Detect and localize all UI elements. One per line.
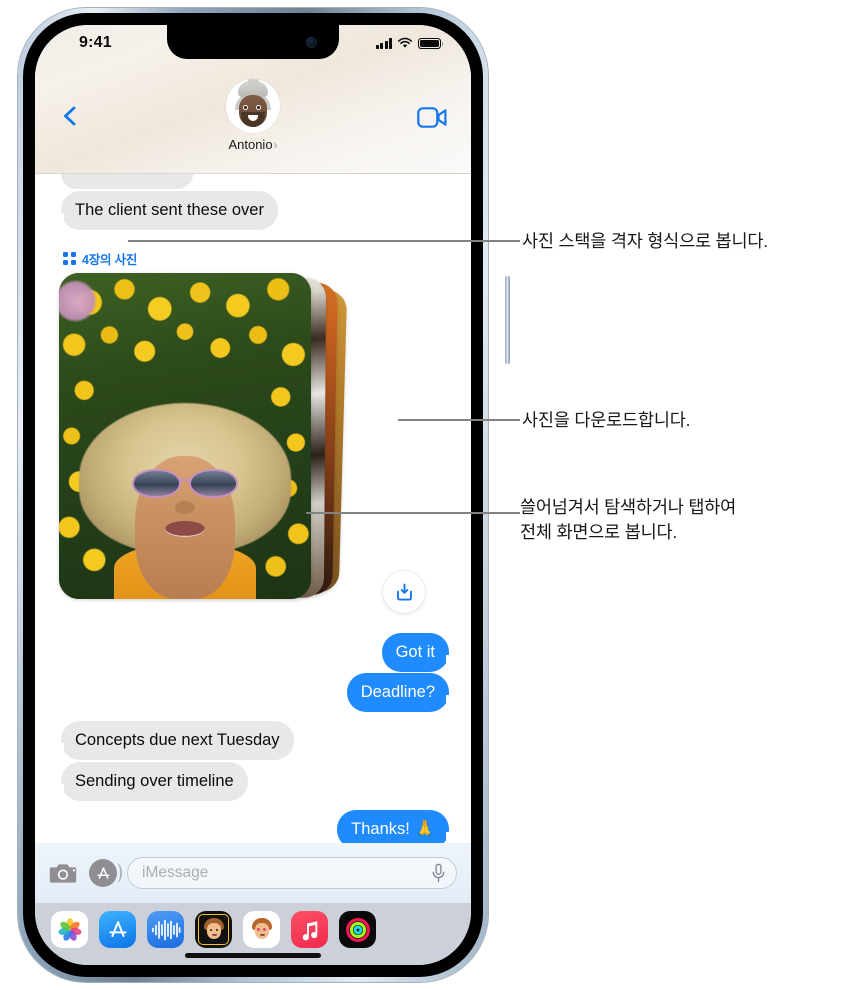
status-time: 9:41: [79, 34, 112, 51]
waveform-icon: [151, 919, 180, 940]
callout-leader-line: [398, 419, 520, 421]
sunglasses-icon: [132, 468, 238, 498]
stickers-app-icon[interactable]: [243, 911, 280, 948]
download-tray-icon: [396, 583, 412, 601]
photo-download-button[interactable]: [383, 571, 425, 613]
front-camera-icon: [306, 37, 317, 48]
contact-name[interactable]: Antonio›: [226, 137, 280, 152]
sticker-memoji-head: [251, 917, 273, 942]
photos-app-icon[interactable]: [51, 911, 88, 948]
wifi-icon: [397, 37, 413, 48]
audio-message-app-icon[interactable]: [147, 911, 184, 948]
power-button[interactable]: [505, 276, 510, 364]
contact-header[interactable]: Antonio›: [226, 79, 280, 152]
memoji-eye-left: [243, 105, 248, 110]
memoji-eye-right: [256, 105, 261, 110]
video-camera-icon[interactable]: [417, 107, 447, 128]
callout-leader-line: [128, 240, 520, 242]
app-store-app-icon[interactable]: [99, 911, 136, 948]
message-bubble-partial[interactable]: [61, 173, 193, 189]
photo-stack[interactable]: [59, 273, 349, 603]
callout-download: 사진을 다운로드합니다.: [522, 410, 691, 430]
message-bubble-them[interactable]: The client sent these over: [53, 191, 278, 230]
photo-image: [59, 273, 311, 599]
message-bubble-them[interactable]: Sending over timeline: [53, 762, 248, 801]
phone-screen: 9:41 Antonio› The client sent these over…: [35, 25, 471, 965]
home-indicator[interactable]: [185, 953, 321, 958]
app-store-icon[interactable]: [89, 859, 122, 887]
battery-full-icon: [418, 37, 444, 49]
imessage-placeholder: iMessage: [142, 864, 209, 881]
contact-name-label: Antonio: [228, 137, 273, 152]
avatar[interactable]: [226, 79, 280, 133]
photo-stack-card-1[interactable]: [59, 273, 311, 599]
music-note-icon: [302, 920, 317, 940]
callout-swipe-tap: 쓸어넘겨서 탐색하거나 탭하여 전체 화면으로 봅니다.: [520, 495, 736, 546]
chevron-right-icon: ›: [273, 138, 278, 152]
callout-grid-view: 사진 스택을 격자 형식으로 봅니다.: [522, 231, 768, 251]
message-input-bar: iMessage: [35, 843, 471, 903]
iphone-device-frame: 9:41 Antonio› The client sent these over…: [18, 8, 510, 982]
subject-mouth: [164, 520, 206, 538]
photo-stack-grid-toggle[interactable]: 4장의 사진: [63, 249, 137, 268]
message-bubble-me[interactable]: Deadline?: [346, 673, 458, 712]
message-thread[interactable]: The client sent these over 4장의 사진 Got it…: [35, 173, 471, 843]
microphone-icon[interactable]: [431, 863, 446, 883]
signal-bars-icon: [375, 38, 392, 49]
back-chevron-icon[interactable]: [59, 105, 81, 127]
photos-flower-icon: [58, 917, 81, 941]
fitness-app-icon[interactable]: [339, 911, 376, 948]
callout-leader-line: [306, 512, 520, 514]
pink-flower: [59, 279, 97, 322]
photo-stack-count-label: 4장의 사진: [82, 253, 138, 267]
memoji-capture-frame-icon: [198, 914, 229, 945]
callout-swipe-tap-line2: 전체 화면으로 봅니다.: [520, 522, 678, 543]
memoji-app-icon[interactable]: [195, 911, 232, 948]
status-indicators: [375, 37, 444, 49]
message-bubble-me[interactable]: Got it: [381, 633, 458, 672]
phone-bezel: 9:41 Antonio› The client sent these over…: [23, 13, 483, 977]
camera-icon[interactable]: [49, 861, 79, 885]
app-store-glyph: [96, 866, 110, 879]
message-bubble-me[interactable]: Thanks! 🙏: [337, 810, 457, 843]
activity-rings-icon: [345, 917, 370, 942]
search-input[interactable]: iMessage: [127, 857, 457, 889]
notch: [167, 25, 339, 59]
music-app-icon[interactable]: [291, 911, 328, 948]
message-bubble-them[interactable]: Concepts due next Tuesday: [53, 721, 294, 760]
grid-2x2-icon: [63, 252, 76, 265]
app-store-glyph: [108, 920, 127, 937]
callout-swipe-tap-line1: 쓸어넘겨서 탐색하거나 탭하여: [520, 497, 737, 517]
